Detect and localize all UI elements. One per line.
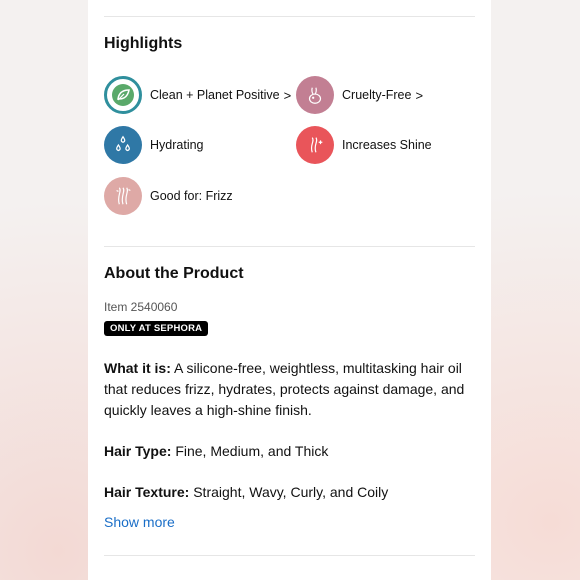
bottom-divider	[104, 555, 475, 556]
highlight-label: Increases Shine	[342, 138, 432, 152]
chevron-right-icon: >	[415, 87, 424, 103]
highlight-label: Cruelty-Free	[342, 88, 412, 102]
highlight-clean-planet-positive[interactable]: Clean + Planet Positive >	[104, 76, 291, 114]
what-it-is-paragraph: What it is: A silicone-free, weightless,…	[104, 358, 474, 421]
hair-texture-label: Hair Texture:	[104, 484, 190, 500]
frizz-icon	[104, 177, 142, 215]
hair-type-text: Fine, Medium, and Thick	[171, 443, 329, 459]
product-details-panel: Highlights Clean + Planet Positive > Cru…	[88, 0, 491, 580]
highlight-hydrating[interactable]: Hydrating	[104, 126, 204, 164]
top-divider	[104, 16, 475, 17]
rabbit-icon	[296, 76, 334, 114]
water-drops-icon	[104, 126, 142, 164]
highlight-label: Good for: Frizz	[150, 189, 233, 203]
only-at-sephora-badge: ONLY AT SEPHORA	[104, 321, 209, 336]
hair-texture-paragraph: Hair Texture: Straight, Wavy, Curly, and…	[104, 482, 474, 503]
highlight-increases-shine[interactable]: Increases Shine	[296, 126, 432, 164]
what-it-is-label: What it is:	[104, 360, 171, 376]
highlights-title: Highlights	[104, 35, 183, 52]
chevron-right-icon: >	[283, 87, 292, 103]
highlight-cruelty-free[interactable]: Cruelty-Free >	[296, 76, 423, 114]
show-more-link[interactable]: Show more	[104, 514, 175, 530]
item-number: Item 2540060	[104, 300, 178, 314]
highlight-label: Clean + Planet Positive	[150, 88, 280, 102]
highlight-label: Hydrating	[150, 138, 204, 152]
hair-texture-text: Straight, Wavy, Curly, and Coily	[189, 484, 389, 500]
leaf-planet-icon	[104, 76, 142, 114]
section-divider	[104, 246, 475, 247]
shine-icon	[296, 126, 334, 164]
highlight-good-for-frizz[interactable]: Good for: Frizz	[104, 177, 233, 215]
about-product-title: About the Product	[104, 265, 244, 282]
hair-type-paragraph: Hair Type: Fine, Medium, and Thick	[104, 441, 474, 462]
hair-type-label: Hair Type:	[104, 443, 172, 459]
